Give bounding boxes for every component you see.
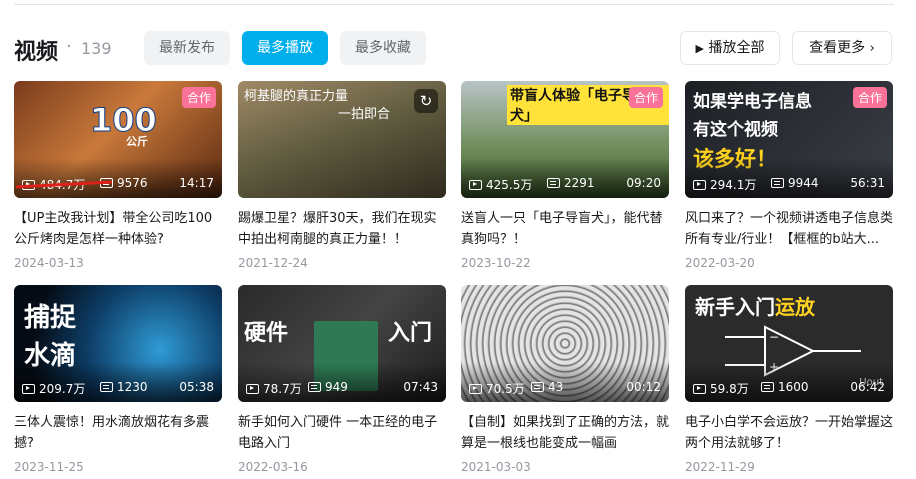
view-more-button[interactable]: 查看更多 ›: [792, 31, 892, 65]
video-duration: 00:12: [626, 380, 661, 394]
video-title[interactable]: 三体人震惊！用水滴放烟花有多震撼?: [14, 412, 222, 454]
play-count-icon: [246, 383, 259, 394]
danmaku-count: 1230: [117, 380, 148, 394]
danmaku-count: 1600: [778, 380, 809, 394]
danmaku-icon: [547, 178, 560, 188]
danmaku-count: 43: [548, 380, 564, 394]
replay-icon: ↻: [414, 89, 438, 113]
video-date: 2022-03-20: [685, 256, 755, 270]
play-count-icon: [693, 383, 706, 394]
thumbnail-art-text: 有这个视频: [693, 120, 778, 140]
collab-badge: 合作: [628, 87, 663, 108]
play-count-icon: [693, 179, 706, 190]
chevron-right-icon: ›: [869, 41, 875, 56]
video-date: 2022-03-16: [238, 460, 308, 474]
video-date: 2021-12-24: [238, 256, 308, 270]
tab-most-played[interactable]: 最多播放: [242, 31, 328, 65]
video-title[interactable]: 风口来了？一个视频讲透电子信息类所有专业/行业！【框框的b站大...: [685, 208, 893, 250]
danmaku-count: 9576: [117, 176, 148, 190]
danmaku-icon: [761, 382, 774, 392]
video-title[interactable]: 【UP主改我计划】带全公司吃100公斤烤肉是怎样一种体验?: [14, 208, 222, 250]
video-duration: 05:38: [179, 380, 214, 394]
video-date: 2024-03-13: [14, 256, 84, 270]
collab-badge: 合作: [852, 87, 887, 108]
svg-text:−: −: [769, 330, 779, 344]
video-card[interactable]: 新手入门运放 − + Uout 59.8万 1600 06:42 电子小白学不会…: [685, 285, 893, 474]
video-thumbnail[interactable]: 如果学电子信息 有这个视频 该多好！ 合作 294.1万 9944 56:31: [685, 81, 893, 198]
video-thumbnail[interactable]: 捕捉 水滴 209.7万 1230 05:38: [14, 285, 222, 402]
video-title[interactable]: 送盲人一只「电子导盲犬」，能代替真狗吗？！: [461, 208, 669, 250]
title-separator: ·: [66, 36, 72, 57]
section-title: 视频: [14, 40, 59, 65]
video-title[interactable]: 新手如何入门硬件 一本正经的电子电路入门: [238, 412, 446, 454]
play-all-label: 播放全部: [708, 40, 765, 56]
video-thumbnail[interactable]: 新手入门运放 − + Uout 59.8万 1600 06:42: [685, 285, 893, 402]
danmaku-count: 2291: [564, 176, 595, 190]
video-title[interactable]: 【自制】如果找到了正确的方法，就算是一根线也能变成一幅画: [461, 412, 669, 454]
video-card[interactable]: 70.5万 43 00:12 【自制】如果找到了正确的方法，就算是一根线也能变成…: [461, 285, 669, 474]
section-header: 视频 · 139 最新发布 最多播放 最多收藏 ▶ 播放全部 查看更多 ›: [14, 30, 894, 66]
collab-badge: 合作: [181, 87, 216, 108]
video-duration: 07:43: [403, 380, 438, 394]
danmaku-icon: [100, 382, 113, 392]
tab-latest[interactable]: 最新发布: [144, 31, 230, 65]
video-card[interactable]: 100 公斤 合作 484.7万 9576 14:17 【UP主改我计划】带全公…: [14, 81, 222, 270]
play-count-icon: [469, 383, 482, 394]
video-title[interactable]: 电子小白学不会运放？一开始掌握这两个用法就够了！: [685, 412, 893, 454]
video-title[interactable]: 踢爆卫星？爆肝30天，我们在现实中拍出柯南腿的真正力量！！: [238, 208, 446, 250]
video-duration: 06:42: [850, 380, 885, 394]
video-date: 2022-11-29: [685, 460, 755, 474]
video-stats: 294.1万 9944 56:31: [693, 176, 885, 192]
video-count: 139: [81, 39, 112, 58]
video-thumbnail[interactable]: 柯基腿的真正力量 一拍即合 ↻: [238, 81, 446, 198]
video-date: 2023-10-22: [461, 256, 531, 270]
thumbnail-art-text: 捕捉: [24, 303, 77, 333]
video-date: 2021-03-03: [461, 460, 531, 474]
play-count: 70.5万: [486, 382, 525, 396]
thumbnail-art-text: 一拍即合: [338, 107, 391, 122]
play-all-button[interactable]: ▶ 播放全部: [680, 31, 780, 65]
play-count: 78.7万: [263, 382, 302, 396]
video-stats: 209.7万 1230 05:38: [22, 380, 214, 396]
play-count-icon: [22, 383, 35, 394]
thumbnail-art-text: 如果学电子信息: [693, 92, 812, 112]
play-count: 294.1万: [710, 178, 757, 192]
video-card[interactable]: 带盲人体验「电子导盲犬」 合作 425.5万 2291 09:20 送盲人一只「…: [461, 81, 669, 270]
video-duration: 56:31: [850, 176, 885, 190]
video-thumbnail[interactable]: 100 公斤 合作 484.7万 9576 14:17: [14, 81, 222, 198]
play-icon: ▶: [695, 42, 704, 55]
video-card[interactable]: 如果学电子信息 有这个视频 该多好！ 合作 294.1万 9944 56:31 …: [685, 81, 893, 270]
video-stats: 59.8万 1600 06:42: [693, 380, 885, 396]
video-thumbnail[interactable]: 硬件 入门 78.7万 949 07:43: [238, 285, 446, 402]
video-card[interactable]: 柯基腿的真正力量 一拍即合 ↻ 踢爆卫星？爆肝30天，我们在现实中拍出柯南腿的真…: [238, 81, 446, 270]
play-count: 59.8万: [710, 382, 749, 396]
video-duration: 14:17: [179, 176, 214, 190]
danmaku-icon: [308, 382, 321, 392]
play-count: 425.5万: [486, 178, 533, 192]
danmaku-count: 949: [325, 380, 348, 394]
thumbnail-art-text: 入门: [388, 321, 433, 346]
thumbnail-art-text: 新手入门运放: [695, 295, 815, 319]
danmaku-icon: [531, 382, 544, 392]
video-card[interactable]: 捕捉 水滴 209.7万 1230 05:38 三体人震惊！用水滴放烟花有多震撼…: [14, 285, 222, 474]
video-stats: 78.7万 949 07:43: [246, 380, 438, 396]
tab-most-favorited[interactable]: 最多收藏: [340, 31, 426, 65]
video-date: 2023-11-25: [14, 460, 84, 474]
view-more-label: 查看更多: [809, 40, 866, 56]
video-stats: 70.5万 43 00:12: [469, 380, 661, 396]
top-divider: [14, 4, 894, 5]
video-stats: 425.5万 2291 09:20: [469, 176, 661, 192]
video-thumbnail[interactable]: 带盲人体验「电子导盲犬」 合作 425.5万 2291 09:20: [461, 81, 669, 198]
video-thumbnail[interactable]: 70.5万 43 00:12: [461, 285, 669, 402]
thumbnail-art-text: 公斤: [126, 135, 148, 148]
danmaku-icon: [771, 178, 784, 188]
play-count: 209.7万: [39, 382, 86, 396]
video-duration: 09:20: [626, 176, 661, 190]
play-count-icon: [469, 179, 482, 190]
video-card[interactable]: 硬件 入门 78.7万 949 07:43 新手如何入门硬件 一本正经的电子电路…: [238, 285, 446, 474]
thumbnail-art-text: 柯基腿的真正力量: [244, 89, 349, 104]
danmaku-count: 9944: [788, 176, 819, 190]
thumbnail-art-text: 硬件: [244, 321, 289, 346]
